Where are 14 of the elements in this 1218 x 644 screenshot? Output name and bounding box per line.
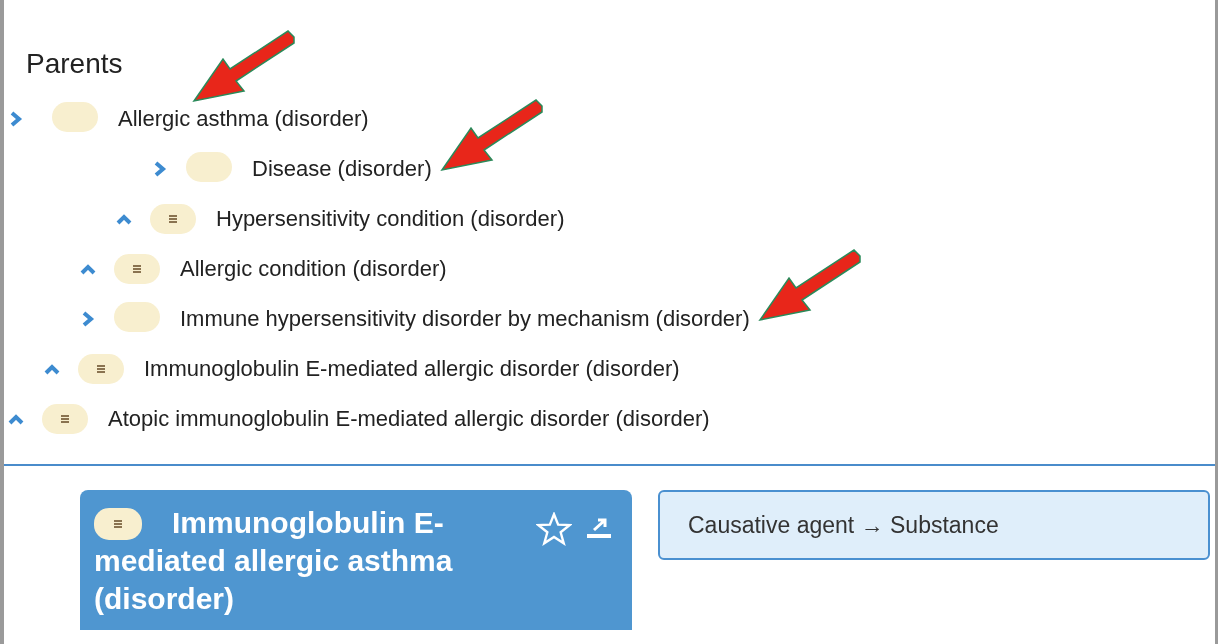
tree-item[interactable]: Allergic asthma (disorder) bbox=[118, 106, 369, 131]
expand-caret-icon[interactable] bbox=[80, 311, 96, 327]
tree-item[interactable]: Allergic condition (disorder) bbox=[180, 256, 447, 281]
star-icon[interactable] bbox=[536, 512, 572, 546]
tree-item[interactable]: Disease (disorder) bbox=[252, 156, 432, 181]
attribute-box[interactable]: Causative agent → Substance bbox=[658, 490, 1210, 560]
concept-title: Immunoglobulin E-mediated allergic asthma (disorder) bbox=[94, 506, 453, 615]
section-heading: Parents bbox=[26, 48, 123, 79]
tree-item[interactable]: Immunoglobulin E-mediated allergic disorder (disorder) bbox=[144, 356, 680, 381]
tree-item[interactable]: Immune hypersensitivity disorder by mechanism (disorder) bbox=[180, 306, 750, 331]
expand-caret-icon[interactable] bbox=[152, 161, 168, 177]
tree-item[interactable]: Hypersensitivity condition (disorder) bbox=[216, 206, 565, 231]
tree-item[interactable]: Atopic immunoglobulin E-mediated allergic disorder (disorder) bbox=[108, 406, 710, 431]
expand-caret-icon[interactable] bbox=[8, 111, 24, 127]
